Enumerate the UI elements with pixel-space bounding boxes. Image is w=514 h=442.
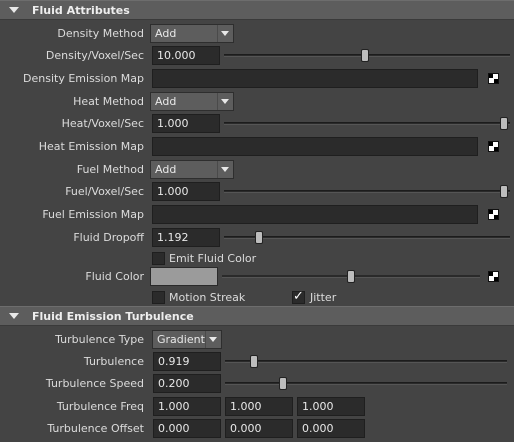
emit-fluid-color-label: Emit Fluid Color <box>169 252 257 265</box>
fuel-voxel-row: Fuel/Voxel/Sec 1.000 <box>0 181 514 203</box>
dropdown-value: Gradient <box>157 333 205 346</box>
turbulence-offset-y-field[interactable]: 0.000 <box>225 419 293 438</box>
checker-map-icon[interactable] <box>488 141 499 152</box>
density-voxel-slider-handle[interactable] <box>361 49 369 62</box>
heat-voxel-field[interactable]: 1.000 <box>152 114 220 133</box>
checker-map-icon[interactable] <box>488 209 499 220</box>
density-method-dropdown[interactable]: Add <box>150 24 234 43</box>
jitter-label: Jitter <box>310 291 337 304</box>
turbulence-freq-x-field[interactable]: 1.000 <box>153 397 221 416</box>
fuel-voxel-label: Fuel/Voxel/Sec <box>65 185 144 198</box>
density-voxel-field[interactable]: 10.000 <box>152 46 220 65</box>
heat-voxel-row: Heat/Voxel/Sec 1.000 <box>0 113 514 135</box>
turbulence-type-row: Turbulence Type Gradient <box>0 329 514 351</box>
fuel-method-row: Fuel Method Add <box>0 159 514 181</box>
heat-map-row: Heat Emission Map <box>0 136 514 158</box>
turbulence-freq-z-field[interactable]: 1.000 <box>297 397 365 416</box>
heat-voxel-slider-handle[interactable] <box>500 117 508 130</box>
turbulence-freq-row: Turbulence Freq 1.000 1.000 1.000 <box>0 396 514 418</box>
heat-map-label: Heat Emission Map <box>38 140 144 153</box>
motion-streak-checkbox[interactable] <box>152 291 165 304</box>
fluid-dropoff-field[interactable]: 1.192 <box>152 228 220 247</box>
collapse-arrow-icon[interactable] <box>9 7 19 13</box>
fluid-color-slider-handle[interactable] <box>347 270 355 283</box>
heat-map-field[interactable] <box>152 137 478 156</box>
turbulence-type-dropdown[interactable]: Gradient <box>152 330 222 349</box>
turbulence-label: Turbulence <box>83 355 144 368</box>
fuel-voxel-field[interactable]: 1.000 <box>152 182 220 201</box>
chevron-down-icon[interactable] <box>217 25 233 42</box>
turbulence-speed-field[interactable]: 0.200 <box>153 374 221 393</box>
turbulence-field[interactable]: 0.919 <box>153 352 221 371</box>
turbulence-offset-label: Turbulence Offset <box>47 422 144 435</box>
section-title: Fluid Attributes <box>32 3 130 17</box>
turbulence-speed-slider-handle[interactable] <box>279 377 287 390</box>
fuel-map-row: Fuel Emission Map <box>0 204 514 226</box>
fluid-attributes-header[interactable]: Fluid Attributes <box>0 0 514 20</box>
section-title: Fluid Emission Turbulence <box>32 309 194 323</box>
fluid-dropoff-label: Fluid Dropoff <box>73 231 144 244</box>
fluid-color-swatch[interactable] <box>150 267 218 286</box>
heat-method-label: Heat Method <box>73 95 144 108</box>
density-map-field[interactable] <box>152 69 478 88</box>
fuel-map-label: Fuel Emission Map <box>42 208 144 221</box>
chevron-down-icon[interactable] <box>217 93 233 110</box>
chevron-down-icon[interactable] <box>205 331 221 348</box>
fluid-emission-turbulence-header[interactable]: Fluid Emission Turbulence <box>0 306 514 326</box>
dropdown-value: Add <box>155 27 177 40</box>
chevron-down-icon[interactable] <box>217 161 233 178</box>
fuel-method-label: Fuel Method <box>76 163 144 176</box>
fluid-color-label: Fluid Color <box>85 270 144 283</box>
turbulence-slider-handle[interactable] <box>250 355 258 368</box>
turbulence-freq-y-field[interactable]: 1.000 <box>225 397 293 416</box>
density-map-label: Density Emission Map <box>23 72 144 85</box>
fluid-dropoff-slider-track[interactable] <box>224 236 510 239</box>
fuel-voxel-slider-handle[interactable] <box>500 185 508 198</box>
turbulence-speed-row: Turbulence Speed 0.200 <box>0 373 514 395</box>
density-method-row: Density Method Add <box>0 23 514 45</box>
turbulence-offset-row: Turbulence Offset 0.000 0.000 0.000 <box>0 418 514 440</box>
checker-map-icon[interactable] <box>488 73 499 84</box>
checker-map-icon[interactable] <box>488 271 499 282</box>
emit-fluid-color-checkbox[interactable] <box>152 252 165 265</box>
fluid-color-row: Fluid Color <box>0 266 514 288</box>
turbulence-row: Turbulence 0.919 <box>0 351 514 373</box>
jitter-checkbox[interactable] <box>292 289 305 304</box>
fluid-dropoff-slider-handle[interactable] <box>255 231 263 244</box>
density-method-label: Density Method <box>57 27 144 40</box>
heat-voxel-slider-track[interactable] <box>224 122 510 125</box>
motion-streak-label: Motion Streak <box>169 291 246 304</box>
dropdown-value: Add <box>155 163 177 176</box>
turbulence-offset-z-field[interactable]: 0.000 <box>297 419 365 438</box>
heat-method-row: Heat Method Add <box>0 91 514 113</box>
density-voxel-label: Density/Voxel/Sec <box>45 49 144 62</box>
turbulence-speed-slider-track[interactable] <box>225 382 507 385</box>
turbulence-freq-label: Turbulence Freq <box>56 400 144 413</box>
turbulence-type-label: Turbulence Type <box>55 333 144 346</box>
turbulence-slider-track[interactable] <box>225 360 507 363</box>
turbulence-speed-label: Turbulence Speed <box>45 377 144 390</box>
density-voxel-row: Density/Voxel/Sec 10.000 <box>0 45 514 67</box>
heat-method-dropdown[interactable]: Add <box>150 92 234 111</box>
turbulence-offset-x-field[interactable]: 0.000 <box>153 419 221 438</box>
heat-voxel-label: Heat/Voxel/Sec <box>61 117 144 130</box>
fuel-map-field[interactable] <box>152 205 478 224</box>
fuel-voxel-slider-track[interactable] <box>224 190 510 193</box>
dropdown-value: Add <box>155 95 177 108</box>
collapse-arrow-icon[interactable] <box>9 313 19 319</box>
fluid-dropoff-row: Fluid Dropoff 1.192 <box>0 227 514 249</box>
density-map-row: Density Emission Map <box>0 68 514 90</box>
fuel-method-dropdown[interactable]: Add <box>150 160 234 179</box>
